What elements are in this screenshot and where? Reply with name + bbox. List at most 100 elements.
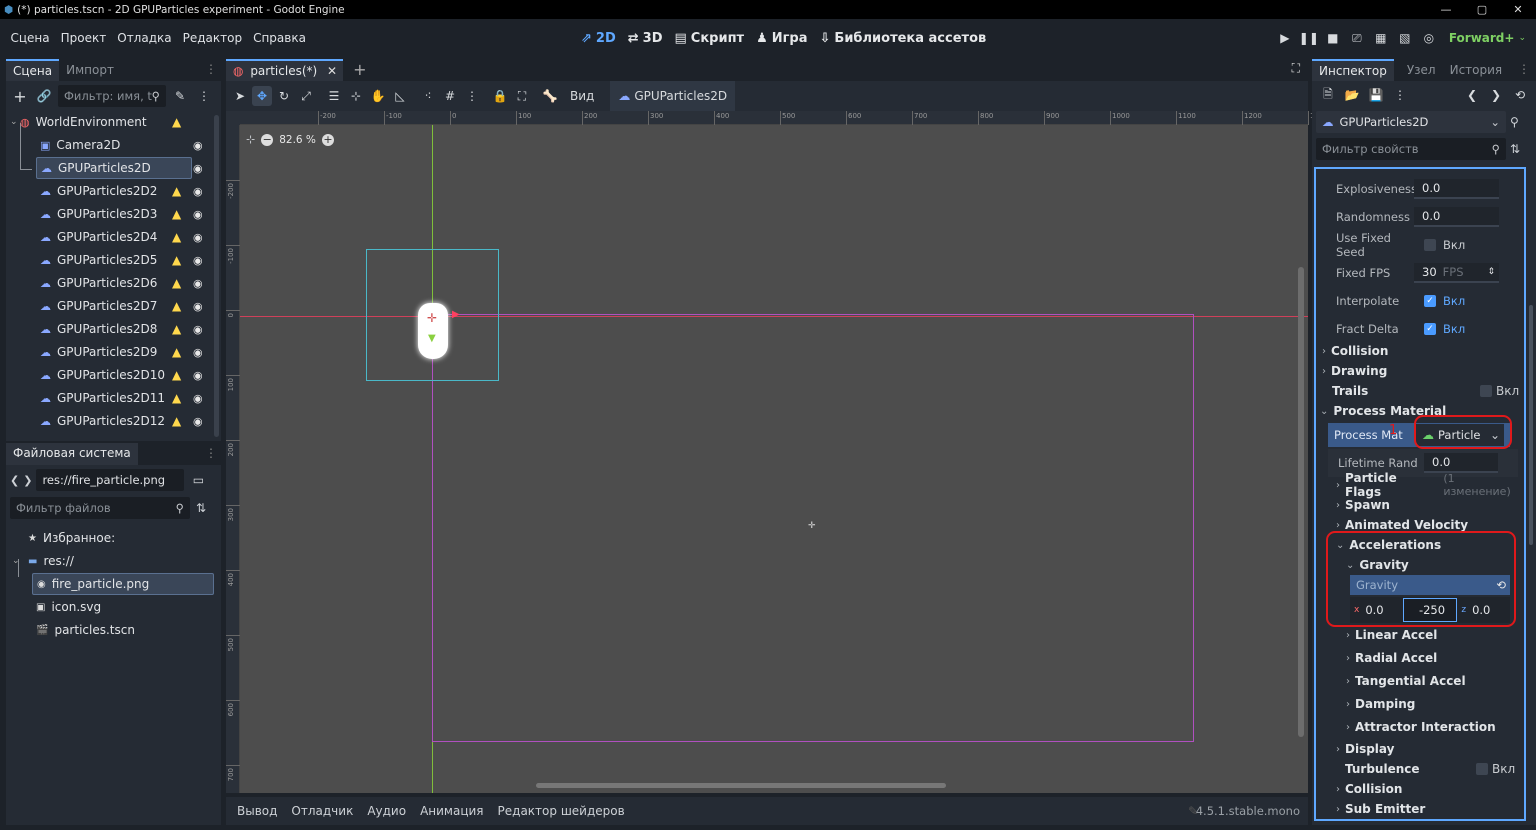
tab-node[interactable]: Узел	[1400, 59, 1443, 81]
main-mode-скрипт[interactable]: ▤ Скрипт	[675, 31, 745, 46]
horizontal-scrollbar[interactable]	[536, 783, 946, 788]
dock-menu-icon[interactable]: ⋮	[205, 446, 217, 460]
play-icon[interactable]: ▶	[1275, 28, 1295, 48]
warning-icon[interactable]: ▲	[172, 299, 181, 313]
forward-icon[interactable]: ❯	[23, 474, 32, 487]
y-gizmo-arrow-icon[interactable]: ▼	[428, 333, 436, 344]
section-inspector-sub-4[interactable]: › Attractor Interaction	[1346, 717, 1496, 737]
zoom-out-icon[interactable]: −	[261, 133, 274, 146]
tab-filesystem[interactable]: Файловая система	[6, 443, 138, 465]
visibility-eye-icon[interactable]: ◉	[193, 300, 203, 313]
property-row[interactable]: Randomness 0.0	[1316, 203, 1516, 231]
property-filter-input[interactable]: Фильтр свойств ⚲	[1316, 138, 1506, 160]
new-resource-icon[interactable]: 🗎	[1318, 85, 1338, 105]
menu-item-0[interactable]: Сцена	[5, 31, 55, 45]
scene-node-row[interactable]: ▣ Camera2D ◉	[6, 134, 214, 156]
save-icon[interactable]: 💾	[1366, 85, 1386, 105]
close-button[interactable]: ✕	[1500, 0, 1536, 19]
back-icon[interactable]: ❮	[10, 474, 19, 487]
section-inspector-sections-collision[interactable]: › Collision	[1322, 341, 1388, 361]
menu-item-1[interactable]: Проект	[55, 31, 112, 45]
property-row[interactable]: Explosiveness 0.0	[1316, 175, 1516, 203]
turbulence-checkbox[interactable]: Вкл	[1476, 762, 1515, 776]
split-view-icon[interactable]: ▭	[188, 470, 208, 490]
file-row[interactable]: 🎬 particles.tscn	[6, 619, 214, 641]
vertical-scrollbar[interactable]	[1298, 267, 1304, 737]
history-forward-icon[interactable]: ❯	[1486, 85, 1506, 105]
property-value[interactable]: 0.0	[1414, 179, 1499, 199]
scene-tab[interactable]: ◍ particles(*) ✕	[226, 59, 344, 81]
property-row[interactable]: Use Fixed Seed Вкл	[1316, 231, 1516, 259]
warning-icon[interactable]: ▲	[172, 115, 181, 129]
warning-icon[interactable]: ▲	[172, 368, 181, 382]
warning-icon[interactable]: ▲	[172, 391, 181, 405]
file-row[interactable]: ▣ icon.svg	[6, 596, 214, 618]
spin-arrows-icon[interactable]: ⇕	[1487, 267, 1495, 277]
scene-node-row[interactable]: ☁ GPUParticles2D11 ▲ ◉	[6, 387, 214, 409]
movie-maker-icon[interactable]: ◎	[1419, 28, 1439, 48]
inspector-scrollbar[interactable]	[1529, 305, 1533, 545]
visibility-eye-icon[interactable]: ◉	[193, 323, 203, 336]
scene-scrollbar[interactable]	[214, 115, 219, 437]
section-inspector-sub-2[interactable]: › Tangential Accel	[1346, 671, 1466, 691]
scene-node-row[interactable]: ☁ GPUParticles2D6 ▲ ◉	[6, 272, 214, 294]
visibility-eye-icon[interactable]: ◉	[193, 139, 203, 152]
section-inspector-tail-1-label[interactable]: Turbulence Вкл	[1336, 759, 1515, 779]
zoom-level[interactable]: 82.6 %	[279, 134, 316, 146]
main-mode-3d[interactable]: ⇄ 3D	[628, 31, 663, 46]
scene-filter-input[interactable]: Фильтр: имя, t: ⚲	[58, 85, 166, 107]
scale-mode-icon[interactable]: ⤢	[296, 86, 316, 106]
sort-icon[interactable]: ⇅	[196, 501, 206, 515]
inspector-menu-icon[interactable]: ⋮	[1390, 85, 1410, 105]
pivot-icon[interactable]: ⊹	[346, 86, 366, 106]
section-inspector-tail-0-label[interactable]: › Display	[1336, 739, 1394, 759]
close-tab-icon[interactable]: ✕	[327, 64, 337, 78]
visibility-eye-icon[interactable]: ◉	[193, 254, 203, 267]
scene-node-row[interactable]: ☁ GPUParticles2D10 ▲ ◉	[6, 364, 214, 386]
renderer-select[interactable]: Forward+	[1449, 31, 1515, 45]
move-mode-icon[interactable]: ✥	[252, 86, 272, 106]
warning-icon[interactable]: ▲	[172, 253, 181, 267]
center-view-icon[interactable]: ⊹	[246, 133, 255, 146]
section-inspector-particle_flags[interactable]: › Particle Flags (1 изменение)	[1336, 471, 1524, 499]
visibility-eye-icon[interactable]: ◉	[193, 392, 203, 405]
link-icon[interactable]: 🔗	[34, 86, 54, 106]
minimize-button[interactable]: —	[1428, 0, 1464, 19]
scene-menu-icon[interactable]: ⋮	[194, 86, 214, 106]
warning-icon[interactable]: ▲	[172, 345, 181, 359]
section-inspector-sub-0[interactable]: › Linear Accel	[1346, 625, 1437, 645]
warning-icon[interactable]: ▲	[172, 414, 181, 428]
property-row[interactable]: Fract Delta ✓ Вкл	[1316, 315, 1516, 343]
pivot-icon[interactable]: ✛	[427, 311, 437, 325]
visibility-eye-icon[interactable]: ◉	[193, 415, 203, 428]
pause-icon[interactable]: ❚❚	[1299, 28, 1319, 48]
group-icon[interactable]: ⛶	[512, 86, 532, 106]
smart-snap-icon[interactable]: ⁖	[418, 86, 438, 106]
section-inspector-sections-trails[interactable]: Trails Вкл	[1332, 381, 1519, 401]
dock-menu-icon[interactable]: ⋮	[1518, 62, 1530, 76]
skeleton-icon[interactable]: 🦴	[540, 86, 560, 106]
collapse-arrow-icon[interactable]: ⌄	[12, 556, 20, 566]
play-custom-scene-icon[interactable]: ▧	[1395, 28, 1415, 48]
snap-menu-icon[interactable]: ⋮	[462, 86, 482, 106]
scene-node-row[interactable]: ☁ GPUParticles2D12 ▲ ◉	[6, 410, 214, 432]
bottom-tab-2[interactable]: Аудио	[360, 804, 413, 818]
visibility-eye-icon[interactable]: ◉	[193, 346, 203, 359]
x-gizmo-arrow-icon[interactable]: ▶	[452, 309, 460, 320]
add-node-icon[interactable]: +	[10, 86, 30, 106]
lock-icon[interactable]: 🔒	[490, 86, 510, 106]
menu-item-2[interactable]: Отладка	[112, 31, 177, 45]
tab-inspector[interactable]: Инспектор	[1312, 59, 1394, 81]
property-checkbox[interactable]: Вкл	[1414, 238, 1465, 252]
scene-node-row[interactable]: ☁ GPUParticles2D8 ▲ ◉	[6, 318, 214, 340]
property-value[interactable]: 0.0	[1424, 453, 1498, 473]
zoom-in-icon[interactable]: +	[321, 133, 334, 146]
main-mode-игра[interactable]: ♟ Игра	[756, 31, 807, 46]
select-mode-icon[interactable]: ➤	[230, 86, 250, 106]
node-selector[interactable]: ☁ GPUParticles2D ⌄	[1316, 111, 1506, 133]
bottom-tab-1[interactable]: Отладчик	[284, 804, 360, 818]
section-inspector-sub-1[interactable]: › Radial Accel	[1346, 648, 1437, 668]
node-toolbar-button[interactable]: ☁ GPUParticles2D	[610, 81, 736, 111]
file-row[interactable]: ★ Избранное:	[6, 527, 214, 549]
bottom-tab-0[interactable]: Вывод	[230, 804, 284, 818]
